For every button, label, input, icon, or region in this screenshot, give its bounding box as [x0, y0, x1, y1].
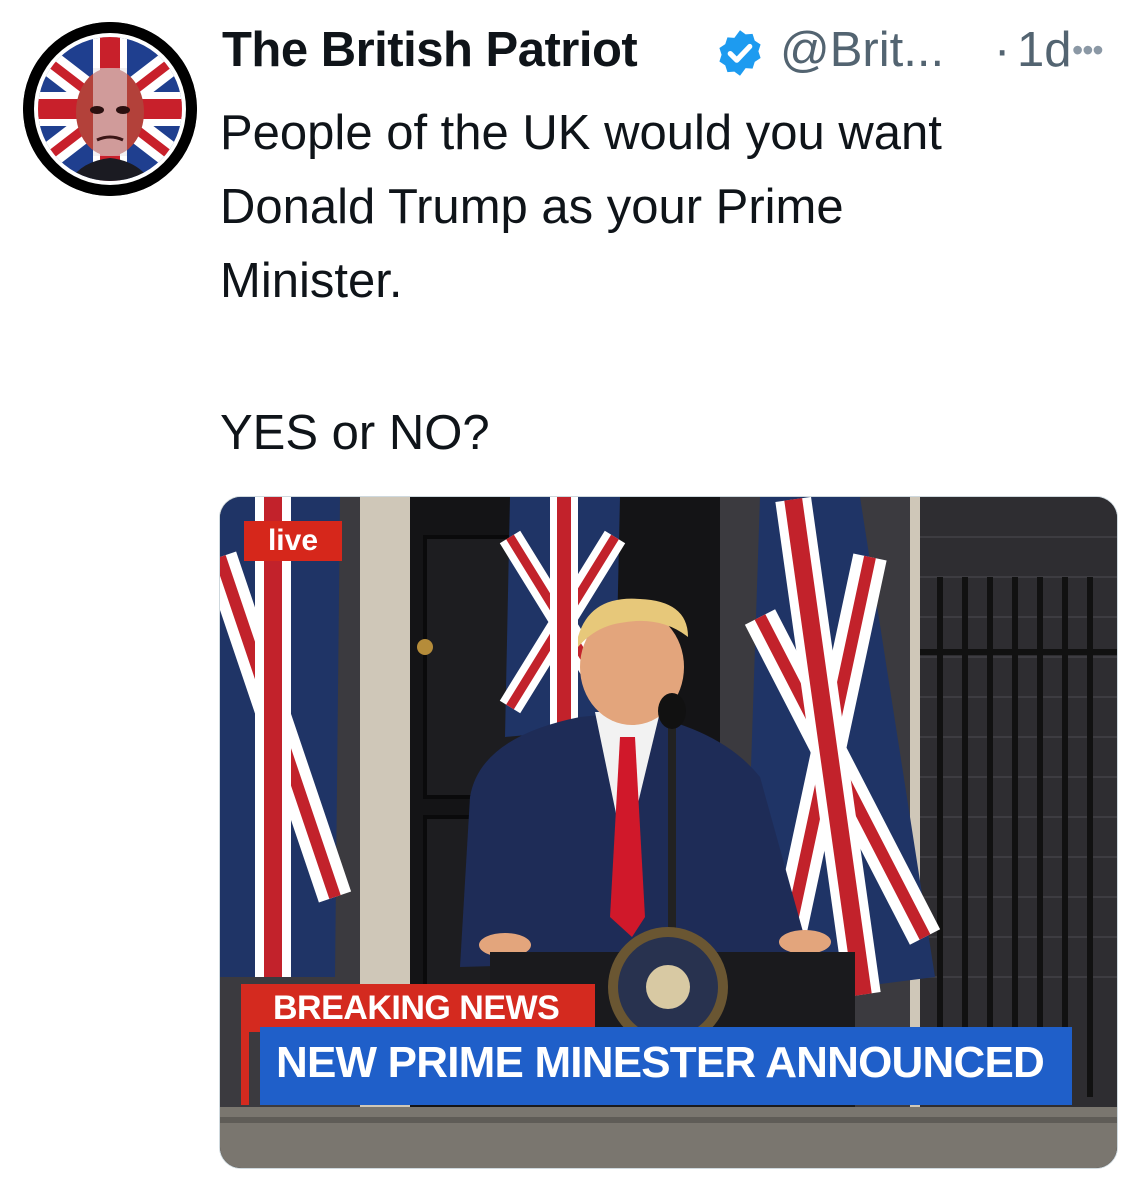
post-text-line: People of the UK would you want [220, 106, 942, 160]
avatar-image [23, 22, 197, 196]
post-timestamp[interactable]: 1d [1017, 22, 1072, 78]
author-avatar[interactable] [23, 22, 197, 196]
post-media-image[interactable]: live BREAKING NEWS NEW PRIME MINESTER AN… [219, 496, 1118, 1169]
live-badge: live [244, 521, 342, 561]
post-header: The British Patriot @Brit... · 1d ••• [222, 18, 1122, 80]
post-text-line: Donald Trump as your Prime [220, 180, 844, 234]
breaking-news-label: BREAKING NEWS [249, 984, 595, 1032]
banner-stripe [241, 984, 249, 1105]
post-text-line: Minister. [220, 254, 403, 308]
post-text: People of the UK would you want Donald T… [220, 96, 1100, 318]
separator-dot: · [994, 23, 1011, 77]
author-handle[interactable]: @Brit... [780, 22, 944, 78]
author-name[interactable]: The British Patriot [222, 22, 638, 78]
news-headline: NEW PRIME MINESTER ANNOUNCED [260, 1027, 1072, 1105]
verified-badge-icon [719, 30, 761, 76]
more-horizontal-icon[interactable]: ••• [1072, 32, 1104, 69]
post-question: YES or NO? [220, 406, 490, 460]
